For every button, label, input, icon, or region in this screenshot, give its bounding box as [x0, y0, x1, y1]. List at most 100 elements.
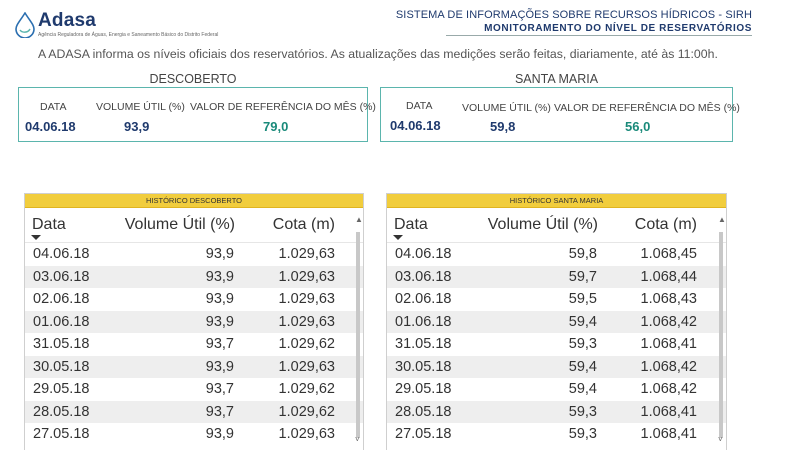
- table-body: 04.06.18 93,9 1.029,63 03.06.18 93,9 1.029,6…: [25, 243, 363, 446]
- cell-cota: 1.029,63: [278, 268, 335, 285]
- table-header: Data Volume Útil (%) Cota (m): [25, 208, 363, 243]
- table-row[interactable]: 27.05.18 59,3 1.068,41: [387, 423, 726, 446]
- reservoir-card-santa-maria: DATA VOLUME ÚTIL (%) VALOR DE REFERÊNCIA…: [380, 87, 740, 142]
- column-header-volume[interactable]: Volume Útil (%): [125, 216, 235, 234]
- cell-date: 04.06.18: [395, 246, 452, 262]
- table-row[interactable]: 04.06.18 93,9 1.029,63: [25, 243, 363, 266]
- cell-date: 28.05.18: [33, 403, 90, 420]
- cell-date: 27.05.18: [395, 426, 452, 442]
- water-drop-icon: [15, 12, 35, 38]
- table-row[interactable]: 27.05.18 93,9 1.029,63: [25, 423, 363, 446]
- cell-date: 01.06.18: [395, 313, 452, 330]
- table-scrollbar[interactable]: ▲ ˅: [716, 208, 726, 450]
- logo-subtitle: Agência Reguladora de Águas, Energia e S…: [38, 32, 219, 38]
- cell-volume: 93,7: [205, 336, 234, 352]
- cell-volume: 59,3: [568, 426, 597, 442]
- history-title: HISTÓRICO SANTA MARIA: [387, 194, 726, 208]
- reservoir-name-descoberto: DESCOBERTO: [149, 72, 237, 86]
- reference-value: 79,0: [263, 119, 289, 134]
- cell-date: 30.05.18: [33, 358, 90, 375]
- cell-cota: 1.029,62: [278, 403, 335, 420]
- cell-volume: 93,9: [205, 358, 234, 375]
- table-row[interactable]: 29.05.18 59,4 1.068,42: [387, 378, 726, 401]
- table-row[interactable]: 02.06.18 59,5 1.068,43: [387, 288, 726, 311]
- cell-volume: 59,3: [568, 403, 597, 420]
- reservoir-card-descoberto: DATA VOLUME ÚTIL (%) VALOR DE REFERÊNCIA…: [18, 87, 376, 142]
- cell-date: 28.05.18: [395, 403, 452, 420]
- cell-volume: 93,7: [205, 403, 234, 420]
- column-header-cota[interactable]: Cota (m): [635, 216, 697, 234]
- cell-volume: 59,8: [568, 246, 597, 262]
- table-scrollbar[interactable]: ▲ ˅: [353, 208, 363, 450]
- chevron-up-icon[interactable]: ▲: [355, 216, 363, 224]
- table-row[interactable]: 30.05.18 59,4 1.068,42: [387, 355, 726, 378]
- cell-date: 02.06.18: [395, 291, 452, 307]
- volume-value: 93,9: [124, 119, 150, 134]
- cell-cota: 1.068,41: [640, 403, 697, 420]
- table-row[interactable]: 30.05.18 93,9 1.029,63: [25, 355, 363, 378]
- adasa-logo: Adasa Agência Reguladora de Águas, Energ…: [10, 6, 270, 40]
- cell-volume: 93,9: [205, 291, 234, 307]
- reservoir-name-santa-maria: SANTA MARIA: [514, 72, 599, 86]
- cell-cota: 1.029,62: [278, 381, 335, 397]
- cell-cota: 1.068,42: [640, 381, 697, 397]
- date-label: DATA: [406, 100, 433, 112]
- cell-date: 04.06.18: [33, 246, 90, 262]
- cell-volume: 59,3: [568, 336, 597, 352]
- cell-cota: 1.068,42: [640, 358, 697, 375]
- column-header-volume[interactable]: Volume Útil (%): [488, 216, 598, 234]
- cell-date: 30.05.18: [395, 358, 452, 375]
- scrollbar-thumb[interactable]: [356, 232, 360, 438]
- chevron-down-icon[interactable]: ˅: [355, 436, 360, 444]
- table-row[interactable]: 02.06.18 93,9 1.029,63: [25, 288, 363, 311]
- reference-label: VALOR DE REFERÊNCIA DO MÊS (%): [554, 102, 740, 114]
- table-row[interactable]: 03.06.18 93,9 1.029,63: [25, 265, 363, 288]
- volume-label: VOLUME ÚTIL (%): [96, 101, 185, 113]
- date-label: DATA: [40, 101, 67, 113]
- cell-date: 29.05.18: [33, 381, 90, 397]
- table-row[interactable]: 28.05.18 93,7 1.029,62: [25, 400, 363, 423]
- cell-cota: 1.068,41: [640, 426, 697, 442]
- cell-date: 27.05.18: [33, 426, 90, 442]
- history-title: HISTÓRICO DESCOBERTO: [25, 194, 363, 208]
- table-row[interactable]: 04.06.18 59,8 1.068,45: [387, 243, 726, 266]
- sort-desc-icon[interactable]: [31, 235, 41, 240]
- table-body: 04.06.18 59,8 1.068,45 03.06.18 59,7 1.068,4…: [387, 243, 726, 446]
- cell-cota: 1.068,45: [640, 246, 697, 262]
- date-value: 04.06.18: [25, 119, 76, 134]
- table-row[interactable]: 03.06.18 59,7 1.068,44: [387, 265, 726, 288]
- column-header-date[interactable]: Data: [394, 216, 428, 234]
- table-row[interactable]: 28.05.18 59,3 1.068,41: [387, 400, 726, 423]
- scrollbar-thumb[interactable]: [719, 232, 723, 438]
- notice-text: A ADASA informa os níveis oficiais dos r…: [38, 47, 718, 61]
- cell-date: 02.06.18: [33, 291, 90, 307]
- table-row[interactable]: 31.05.18 59,3 1.068,41: [387, 333, 726, 356]
- table-row[interactable]: 01.06.18 93,9 1.029,63: [25, 310, 363, 333]
- cell-volume: 93,9: [205, 246, 234, 262]
- cell-date: 29.05.18: [395, 381, 452, 397]
- cell-volume: 59,5: [568, 291, 597, 307]
- cell-cota: 1.068,41: [640, 336, 697, 352]
- column-header-date[interactable]: Data: [32, 216, 66, 234]
- column-header-cota[interactable]: Cota (m): [273, 216, 335, 234]
- system-title: SISTEMA DE INFORMAÇÕES SOBRE RECURSOS HÍ…: [395, 9, 752, 21]
- header-divider: [446, 35, 752, 36]
- volume-value: 59,8: [490, 119, 516, 134]
- cell-cota: 1.068,43: [640, 291, 697, 307]
- table-header: Data Volume Útil (%) Cota (m): [387, 208, 726, 243]
- cell-date: 01.06.18: [33, 313, 90, 330]
- cell-volume: 59,4: [568, 381, 597, 397]
- cell-volume: 93,9: [205, 268, 234, 285]
- cell-volume: 93,9: [205, 313, 234, 330]
- cell-date: 31.05.18: [395, 336, 452, 352]
- chevron-up-icon[interactable]: ▲: [718, 216, 726, 224]
- table-row[interactable]: 01.06.18 59,4 1.068,42: [387, 310, 726, 333]
- cell-volume: 59,4: [568, 358, 597, 375]
- history-table-santa-maria: HISTÓRICO SANTA MARIA Data Volume Útil (…: [386, 193, 727, 450]
- table-row[interactable]: 31.05.18 93,7 1.029,62: [25, 333, 363, 356]
- volume-label: VOLUME ÚTIL (%): [462, 102, 551, 114]
- chevron-down-icon[interactable]: ˅: [718, 436, 723, 444]
- sort-desc-icon[interactable]: [393, 235, 403, 240]
- table-row[interactable]: 29.05.18 93,7 1.029,62: [25, 378, 363, 401]
- cell-volume: 59,7: [568, 268, 597, 285]
